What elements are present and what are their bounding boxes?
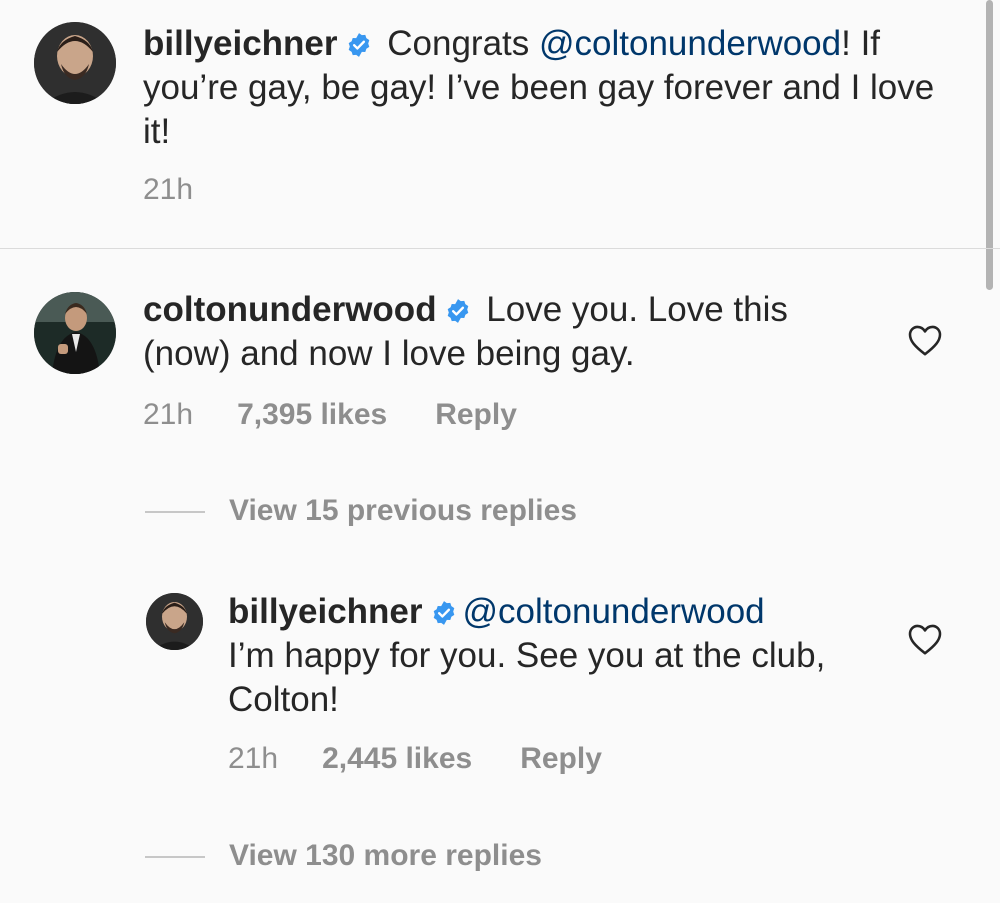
- heart-outline-icon[interactable]: [907, 323, 943, 357]
- comment-meta: 21h 7,395 likes Reply: [143, 398, 517, 432]
- comment-time: 21h: [143, 173, 194, 206]
- like-count[interactable]: 7,395 likes: [237, 398, 387, 432]
- verified-badge-icon: [346, 32, 372, 58]
- comment-text: billyeichner @coltonunderwood I’m happy fo…: [228, 590, 838, 722]
- comment-time: 21h: [143, 398, 194, 431]
- view-more-replies-label: View 130 more replies: [229, 839, 542, 872]
- comment-body: I’m happy for you. See you at the club, …: [228, 636, 826, 719]
- comment-time: 21h: [228, 742, 279, 775]
- comment-username[interactable]: billyeichner: [228, 592, 423, 631]
- verified-badge-icon: [445, 298, 471, 324]
- avatar-billyeichner[interactable]: [34, 22, 116, 104]
- verified-badge-icon: [431, 600, 457, 626]
- comment-text-pre: Congrats: [377, 24, 539, 63]
- avatar-billyeichner-reply[interactable]: [146, 593, 203, 650]
- comment-meta: 21h: [143, 173, 193, 207]
- comment-username[interactable]: coltonunderwood: [143, 290, 437, 329]
- comment-text: coltonunderwood Love you. Love this (now…: [143, 288, 863, 376]
- like-count[interactable]: 2,445 likes: [322, 742, 472, 776]
- reply-button[interactable]: Reply: [435, 398, 517, 432]
- comment-username[interactable]: billyeichner: [143, 24, 338, 63]
- mention-link[interactable]: @coltonunderwood: [539, 24, 841, 63]
- view-previous-replies-label: View 15 previous replies: [229, 494, 577, 527]
- reply-button[interactable]: Reply: [520, 742, 602, 776]
- reply-thread-line: [145, 511, 205, 514]
- comment-meta: 21h 2,445 likes Reply: [228, 742, 602, 776]
- avatar-coltonunderwood[interactable]: [34, 292, 116, 374]
- view-previous-replies-button[interactable]: View 15 previous replies: [145, 494, 577, 528]
- reply-thread-line: [145, 856, 205, 859]
- comment-text: billyeichner Congrats @coltonunderwood! …: [143, 22, 958, 154]
- mention-link[interactable]: @coltonunderwood: [463, 592, 765, 631]
- view-more-replies-button[interactable]: View 130 more replies: [145, 839, 542, 873]
- scrollbar[interactable]: [986, 0, 993, 290]
- divider: [0, 248, 1000, 249]
- heart-outline-icon[interactable]: [907, 622, 943, 656]
